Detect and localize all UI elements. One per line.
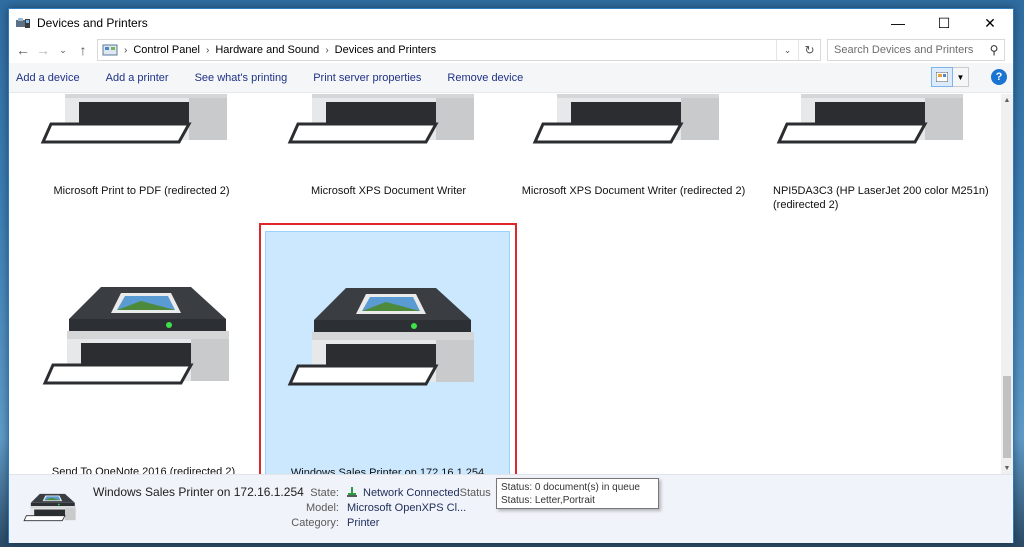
- print-server-properties-button[interactable]: Print server properties: [313, 72, 421, 84]
- remove-device-button[interactable]: Remove device: [447, 72, 523, 84]
- minimize-icon: —: [891, 15, 905, 31]
- details-properties: State: Network ConnectedStatus Model: Mi…: [289, 487, 491, 529]
- search-icon[interactable]: ⚲: [984, 43, 1004, 57]
- tooltip-queue-status: Status: 0 document(s) in queue: [501, 482, 640, 493]
- chevron-right-icon[interactable]: ›: [206, 45, 209, 56]
- back-button[interactable]: ←: [13, 39, 33, 61]
- state-value: Network ConnectedStatus: [347, 487, 491, 499]
- forward-button[interactable]: →: [33, 39, 53, 61]
- status-tooltip: Status: 0 document(s) in queue Status: L…: [496, 478, 659, 509]
- devices-printers-icon: [16, 18, 30, 28]
- breadcrumb-control-panel[interactable]: Control Panel: [133, 44, 200, 56]
- refresh-icon: ↻: [804, 43, 815, 57]
- selection-highlight-box: [259, 223, 517, 474]
- view-options-dropdown[interactable]: ▼: [953, 67, 969, 87]
- category-value: Printer: [347, 517, 380, 529]
- arrow-up-icon: ↑: [79, 42, 87, 58]
- printer-icon: [23, 485, 79, 529]
- breadcrumb-devices-and-printers[interactable]: Devices and Printers: [335, 44, 437, 56]
- help-icon[interactable]: ?: [991, 69, 1007, 85]
- printer-icon: [286, 94, 486, 158]
- chevron-down-icon: ⌄: [59, 44, 67, 55]
- model-label: Model:: [305, 502, 339, 514]
- device-label: Microsoft Print to PDF (redirected 2): [53, 185, 230, 197]
- scrollbar-thumb[interactable]: [1003, 376, 1011, 458]
- details-device-name: Windows Sales Printer on 172.16.1.254: [93, 485, 304, 499]
- maximize-icon: ☐: [937, 14, 951, 31]
- view-icon: [936, 72, 948, 82]
- chevron-right-icon: ›: [124, 44, 128, 56]
- refresh-button[interactable]: ↻: [798, 40, 820, 60]
- up-button[interactable]: ↑: [73, 39, 93, 61]
- printer-icon: [531, 94, 731, 158]
- tooltip-paper-status: Status: Letter,Portrait: [501, 495, 595, 506]
- arrow-left-icon: ←: [16, 42, 30, 58]
- control-panel-icon: [102, 44, 118, 56]
- close-button[interactable]: ✕: [967, 9, 1013, 37]
- devices-printers-window: Devices and Printers — ☐ ✕ ← → ⌄ ↑ › Con…: [8, 8, 1014, 543]
- address-row: ← → ⌄ ↑ › Control Panel › Hardware and S…: [9, 37, 1013, 63]
- add-printer-button[interactable]: Add a printer: [106, 72, 169, 84]
- title-bar[interactable]: Devices and Printers — ☐ ✕: [9, 9, 1013, 37]
- close-icon: ✕: [984, 14, 996, 31]
- device-label: Microsoft XPS Document Writer (redirecte…: [521, 185, 746, 197]
- search-box[interactable]: ⚲: [827, 39, 1005, 61]
- minimize-button[interactable]: —: [875, 9, 921, 37]
- device-tile[interactable]: Send To OneNote 2016 (redirected 2): [21, 224, 266, 474]
- chevron-right-icon[interactable]: ›: [325, 45, 328, 56]
- change-view-button[interactable]: [931, 67, 953, 87]
- network-icon: [347, 487, 357, 497]
- maximize-button[interactable]: ☐: [921, 9, 967, 37]
- printer-icon: [775, 94, 975, 158]
- address-bar[interactable]: › Control Panel › Hardware and Sound › D…: [97, 39, 821, 61]
- device-label: Microsoft XPS Document Writer: [310, 185, 467, 197]
- devices-view: Microsoft Print to PDF (redirected 2) Mi…: [9, 94, 1003, 474]
- add-device-button[interactable]: Add a device: [16, 72, 80, 84]
- device-label: NPI5DA3C3 (HP LaserJet 200 color M251n) …: [773, 185, 989, 211]
- breadcrumb-hardware-and-sound[interactable]: Hardware and Sound: [215, 44, 319, 56]
- device-tile[interactable]: NPI5DA3C3 (HP LaserJet 200 color M251n) …: [755, 94, 1000, 288]
- window-title: Devices and Printers: [37, 16, 148, 30]
- state-label: State:: [310, 487, 339, 499]
- address-dropdown-button[interactable]: ⌄: [776, 40, 798, 60]
- vertical-scrollbar[interactable]: ▲ ▼: [1001, 94, 1013, 474]
- chevron-down-icon: ⌄: [783, 44, 792, 55]
- recent-locations-button[interactable]: ⌄: [53, 39, 73, 61]
- printer-icon: [39, 94, 239, 158]
- see-whats-printing-button[interactable]: See what's printing: [195, 72, 288, 84]
- scroll-down-icon[interactable]: ▼: [1001, 462, 1013, 474]
- device-label: Send To OneNote 2016 (redirected 2): [51, 466, 236, 474]
- scroll-up-icon[interactable]: ▲: [1001, 94, 1013, 106]
- search-input[interactable]: [834, 44, 984, 56]
- device-tile[interactable]: Microsoft XPS Document Writer (redirecte…: [511, 94, 756, 288]
- category-label: Category:: [291, 517, 339, 529]
- model-value: Microsoft OpenXPS Cl...: [347, 502, 467, 514]
- command-bar: Add a device Add a printer See what's pr…: [9, 63, 1013, 93]
- arrow-right-icon: →: [36, 42, 50, 58]
- printer-icon: [41, 269, 241, 399]
- caret-down-icon: ▼: [956, 72, 965, 82]
